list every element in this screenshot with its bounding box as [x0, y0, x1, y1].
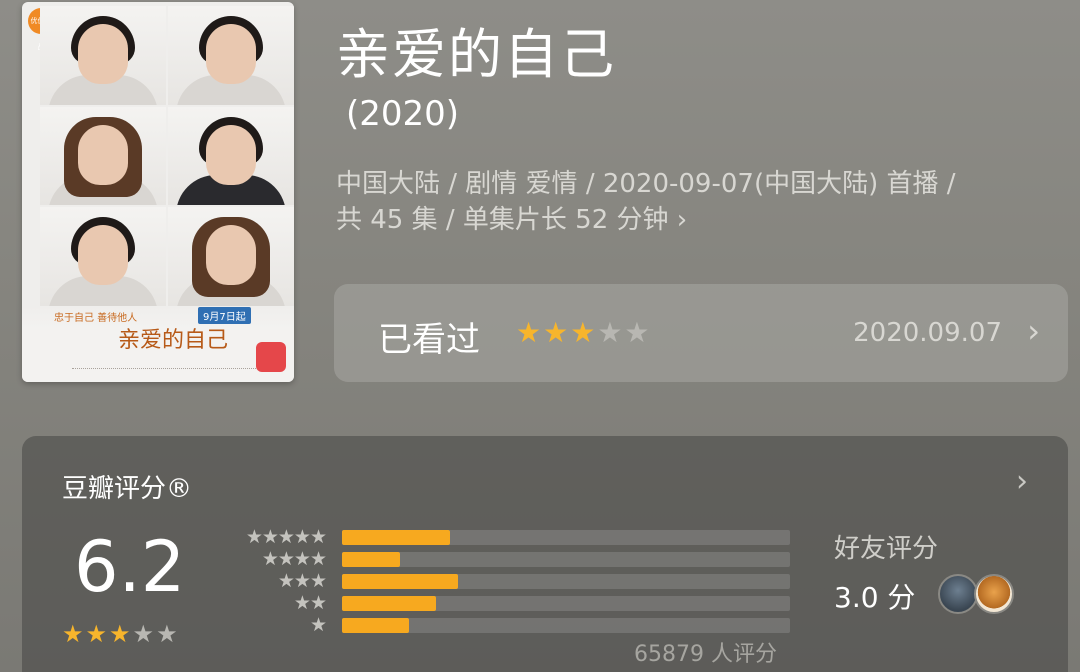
poster-logo-icon [256, 342, 286, 372]
bar-fill [342, 618, 409, 633]
show-meta[interactable]: 中国大陆 / 剧情 爱情 / 2020-09-07(中国大陆) 首播 / 共 4… [336, 166, 1056, 238]
cast-portrait [168, 106, 294, 206]
my-rating-stars: ★★★★★ [516, 316, 652, 349]
poster-cast-grid [40, 6, 294, 306]
bar-star-label: ★★★★★ [245, 526, 327, 548]
star-empty-icon: ★★ [597, 316, 652, 349]
watched-date: 2020.09.07 [853, 318, 1002, 348]
star-filled-icon: ★★★ [516, 316, 598, 349]
watched-label: 已看过 [378, 320, 480, 360]
rating-bar-row: ★ [234, 614, 794, 636]
friends-rating-score: 3.0 分 [834, 581, 916, 614]
rating-distribution-chart: ★★★★★ ★★★★ ★★★ ★★ ★ [234, 526, 794, 636]
bar-star-label: ★ [309, 614, 327, 636]
bar-track [342, 552, 790, 567]
friends-rating-label: 好友评分 [834, 534, 939, 564]
cast-portrait [40, 207, 166, 306]
bar-track [342, 618, 790, 633]
bar-fill [342, 574, 458, 589]
star-filled-icon: ★★★ [62, 620, 133, 648]
show-title: 亲爱的自己 [336, 23, 616, 86]
rating-score-stars: ★★★★★ [62, 620, 180, 648]
rating-count: 65879 人评分 [634, 642, 777, 667]
rating-score: 6.2 [74, 526, 186, 608]
poster-credits [72, 368, 274, 376]
bar-star-label: ★★ [293, 592, 327, 614]
bar-star-label: ★★★ [277, 570, 327, 592]
watched-status-bar[interactable]: 已看过 ★★★★★ 2020.09.07 › [334, 284, 1068, 382]
show-meta-line2-text: 共 45 集 / 单集片长 52 分钟 [336, 205, 669, 235]
chevron-right-icon: › [676, 205, 688, 235]
chevron-right-icon: › [1027, 312, 1040, 350]
show-meta-line1: 中国大陆 / 剧情 爱情 / 2020-09-07(中国大陆) 首播 / [336, 169, 956, 199]
show-meta-line2: 共 45 集 / 单集片长 52 分钟 › [336, 202, 1056, 238]
rating-bar-row: ★★★★★ [234, 526, 794, 548]
rating-bar-row: ★★★★ [234, 548, 794, 570]
friend-avatar[interactable] [974, 574, 1014, 614]
bar-fill [342, 530, 450, 545]
cast-portrait [40, 6, 166, 105]
cast-portrait [40, 106, 166, 206]
bar-track [342, 530, 790, 545]
rating-bar-row: ★★ [234, 592, 794, 614]
poster-image[interactable]: 优优出品 忠于自己 善待他人 9月7日起 亲爱的自己 [22, 2, 294, 382]
douban-rating-card[interactable]: 豆瓣评分® › 6.2 ★★★★★ ★★★★★ ★★★★ ★★★ ★★ ★ 65879 … [22, 436, 1068, 672]
cast-portrait [168, 6, 294, 105]
cast-portrait [168, 207, 294, 306]
star-empty-icon: ★★ [132, 620, 180, 648]
bar-track [342, 574, 790, 589]
rating-bar-row: ★★★ [234, 570, 794, 592]
bar-fill [342, 596, 436, 611]
poster-title: 亲爱的自己 [118, 328, 229, 353]
chevron-right-icon[interactable]: › [1016, 464, 1028, 499]
bar-track [342, 596, 790, 611]
bar-star-label: ★★★★ [261, 548, 327, 570]
bar-fill [342, 552, 400, 567]
show-year: (2020) [346, 94, 460, 134]
rating-title: 豆瓣评分® [62, 474, 193, 504]
friend-avatar[interactable] [938, 574, 978, 614]
